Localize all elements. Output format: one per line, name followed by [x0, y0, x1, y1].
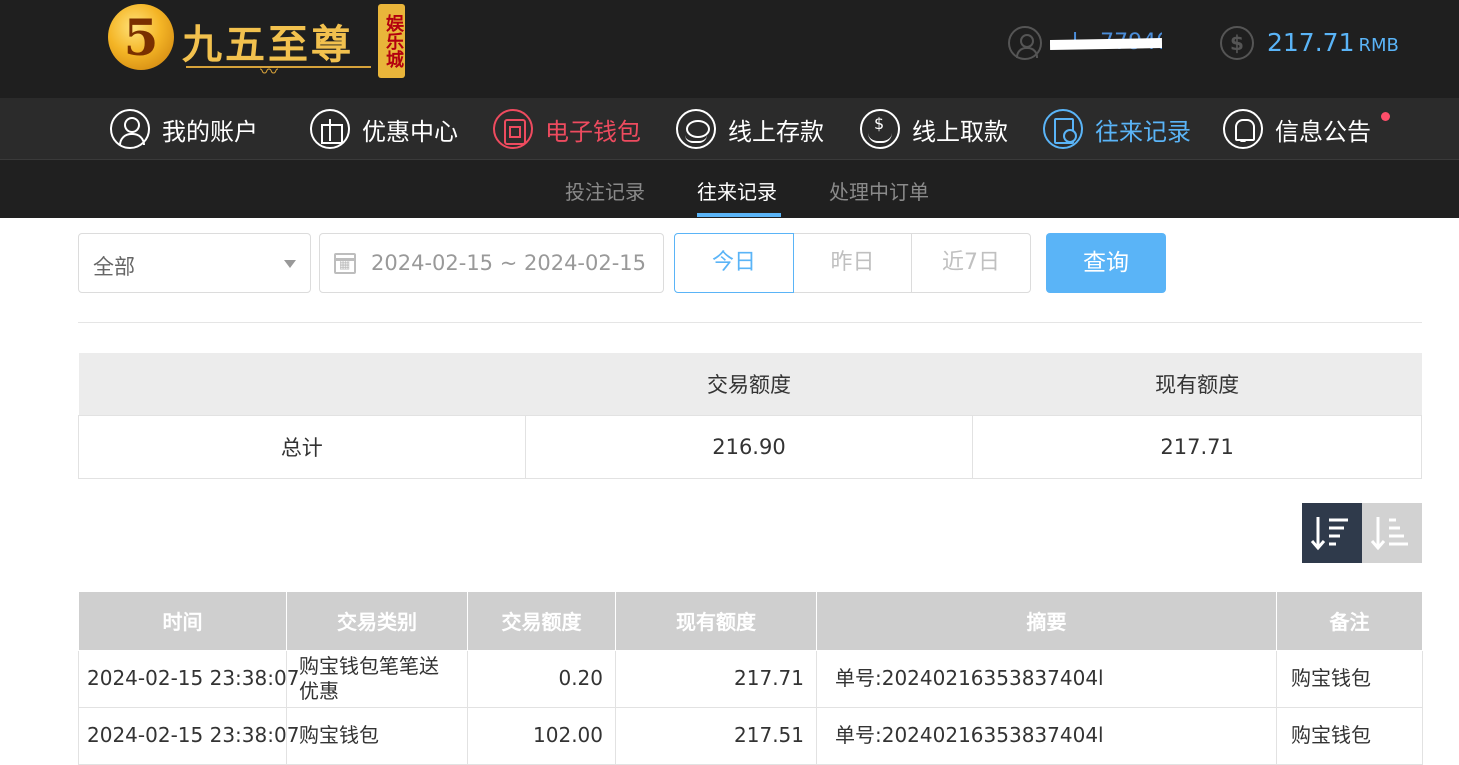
cell-type: 购宝钱包: [286, 706, 468, 765]
cell-balance: 217.71: [615, 649, 817, 708]
summary-header-blank: [78, 353, 526, 415]
cell-remark: 购宝钱包: [1276, 649, 1423, 708]
table-row: 2024-02-15 23:38:07 购宝钱包笔笔送优惠 0.20 217.7…: [78, 649, 1423, 708]
date-range-value: 2024-02-15 ~ 2024-02-15: [371, 251, 647, 275]
summary-total-label: 总计: [78, 414, 526, 479]
cell-type: 购宝钱包笔笔送优惠: [286, 649, 468, 708]
sub-nav: 投注记录 往来记录 处理中订单: [0, 160, 1459, 218]
nav-label: 往来记录: [1095, 117, 1191, 146]
nav-announcements[interactable]: 信息公告: [1223, 108, 1371, 150]
cell-summary: 单号:20240216353837404l: [816, 706, 1277, 765]
nav-promotions[interactable]: 优惠中心: [310, 108, 458, 150]
summary-row: 总计 216.90 217.71: [78, 414, 1422, 479]
cell-balance: 217.51: [615, 706, 817, 765]
nav-label: 优惠中心: [362, 117, 458, 146]
type-select[interactable]: 全部: [78, 233, 311, 293]
tab-transaction-records[interactable]: 往来记录: [697, 176, 777, 205]
balance-amount: 217.71: [1267, 28, 1355, 57]
tab-bet-records[interactable]: 投注记录: [565, 176, 645, 205]
yesterday-button[interactable]: 昨日: [793, 233, 912, 293]
summary-header-amount: 交易额度: [525, 353, 973, 415]
sort-ascending-icon: [1370, 517, 1408, 551]
logo-ornament: [186, 58, 371, 84]
summary-header-balance: 现有额度: [972, 353, 1422, 415]
cell-time: 2024-02-15 23:38:07: [78, 649, 299, 708]
dollar-coin-icon: $: [1220, 26, 1254, 60]
last-7-days-button[interactable]: 近7日: [911, 233, 1031, 293]
col-header-amount: 交易额度: [467, 592, 616, 651]
tab-pending-orders[interactable]: 处理中订单: [829, 176, 929, 205]
deposit-icon: [676, 109, 716, 149]
sort-descending-button[interactable]: [1302, 503, 1362, 563]
col-header-remark: 备注: [1276, 592, 1423, 651]
username: …l…77940: [1050, 30, 1162, 55]
main-nav: 我的账户 优惠中心 电子钱包 线上存款 线上取款 往来记录 信息公告: [0, 98, 1459, 160]
nav-label: 信息公告: [1275, 117, 1371, 146]
nav-my-account[interactable]: 我的账户: [110, 108, 258, 150]
account-balance: 217.71 RMB: [1267, 28, 1399, 57]
summary-header-row: 交易额度 现有额度: [78, 353, 1422, 415]
summary-total-amount: 216.90: [524, 414, 974, 479]
bell-icon: [1223, 109, 1263, 149]
top-header: 5 九五至尊 娱乐城 …l…77940 $ 217.71RMB: [0, 0, 1459, 98]
nav-label: 我的账户: [162, 117, 258, 146]
nav-deposit[interactable]: 线上存款: [676, 108, 824, 150]
logo-tag: 娱乐城: [378, 4, 405, 78]
nav-withdraw[interactable]: 线上取款: [860, 108, 1008, 150]
nav-e-wallet[interactable]: 电子钱包: [493, 108, 641, 150]
col-header-type: 交易类别: [286, 592, 468, 651]
cell-summary: 单号:20240216353837404l: [816, 649, 1277, 708]
wallet-icon: [493, 109, 533, 149]
site-logo[interactable]: 5 九五至尊 娱乐城: [106, 2, 411, 84]
table-row: 2024-02-15 23:38:07 购宝钱包 102.00 217.51 单…: [78, 706, 1423, 765]
today-button[interactable]: 今日: [674, 233, 794, 293]
divider: [78, 322, 1422, 323]
nav-transaction-records[interactable]: 往来记录: [1043, 108, 1191, 150]
type-select-value: 全部: [93, 255, 135, 279]
logo-badge: 5: [108, 4, 174, 70]
search-button[interactable]: 查询: [1046, 233, 1166, 293]
cell-amount: 0.20: [467, 649, 616, 708]
record-icon: [1043, 109, 1083, 149]
col-header-time: 时间: [78, 592, 287, 651]
date-range-input[interactable]: 2024-02-15 ~ 2024-02-15: [319, 233, 664, 293]
col-header-balance: 现有额度: [615, 592, 817, 651]
balance-currency: RMB: [1358, 35, 1399, 56]
calendar-icon: [334, 253, 356, 274]
nav-label: 电子钱包: [545, 117, 641, 146]
user-avatar-icon: [1008, 26, 1042, 60]
nav-label: 线上取款: [912, 117, 1008, 146]
cell-remark: 购宝钱包: [1276, 706, 1423, 765]
active-tab-indicator: [697, 213, 781, 217]
nav-label: 线上存款: [728, 117, 824, 146]
sort-descending-icon: [1310, 517, 1348, 551]
gift-icon: [310, 109, 350, 149]
cell-time: 2024-02-15 23:38:07: [78, 706, 299, 765]
cell-amount: 102.00: [467, 706, 616, 765]
col-header-summary: 摘要: [816, 592, 1277, 651]
summary-table: 交易额度 现有额度 总计 216.90 217.71: [78, 353, 1422, 479]
sort-ascending-button[interactable]: [1362, 503, 1422, 563]
caret-down-icon: [284, 260, 296, 268]
summary-total-balance: 217.71: [972, 414, 1422, 479]
records-header-row: 时间 交易类别 交易额度 现有额度 摘要 备注: [78, 592, 1423, 651]
user-icon: [110, 109, 150, 149]
withdraw-icon: [860, 109, 900, 149]
records-table: 时间 交易类别 交易额度 现有额度 摘要 备注 2024-02-15 23:38…: [78, 592, 1423, 765]
notification-dot: [1381, 112, 1390, 121]
logo-badge-number: 5: [123, 8, 159, 67]
